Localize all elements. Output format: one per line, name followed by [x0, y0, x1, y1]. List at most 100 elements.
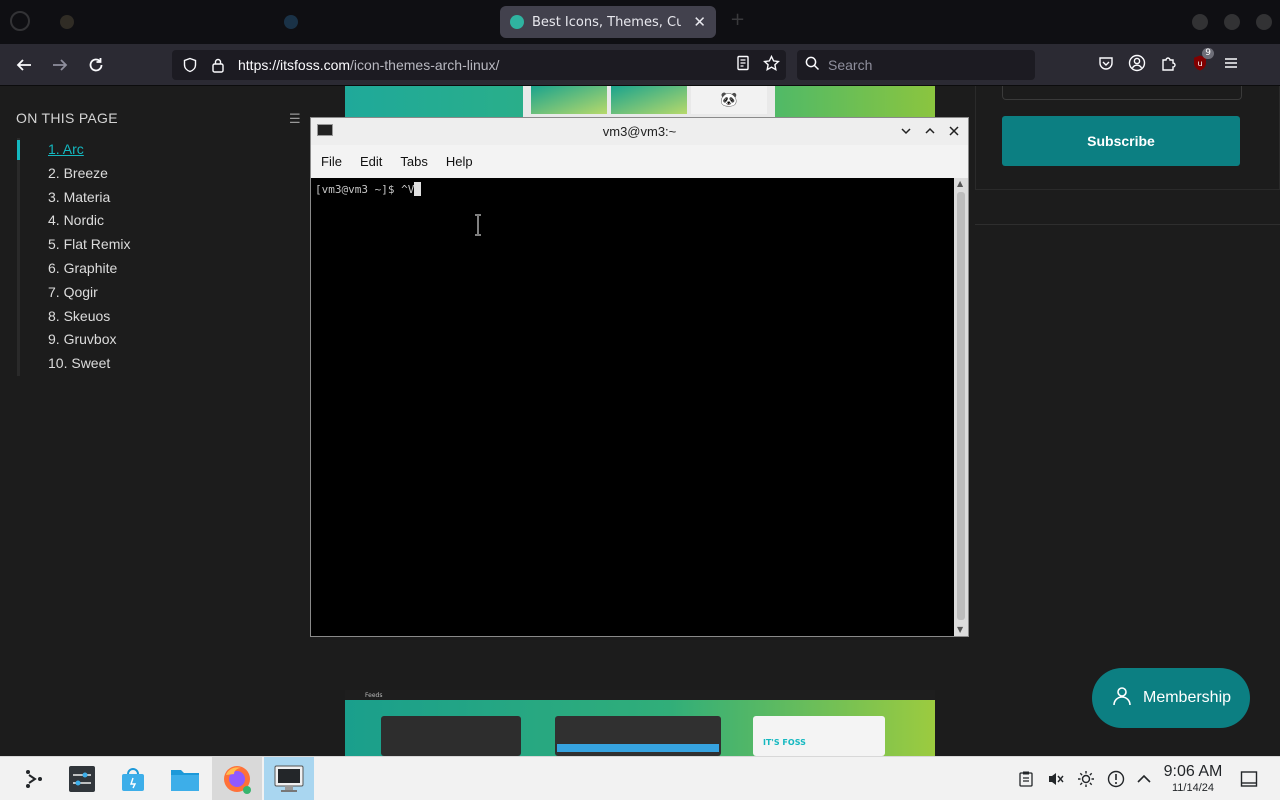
bookmark-star-icon[interactable]: [763, 54, 780, 76]
scrollbar-thumb[interactable]: [957, 192, 965, 620]
extensions-puzzle-icon[interactable]: [1160, 55, 1177, 76]
terminal-title: vm3@vm3:~: [602, 124, 677, 139]
toc-item[interactable]: 4. Nordic: [20, 209, 277, 233]
screenshot-logo: IT'S FOSS: [763, 738, 806, 747]
hamburger-menu-icon[interactable]: [1223, 55, 1239, 75]
forward-icon[interactable]: [43, 44, 77, 86]
window-maximize-icon[interactable]: [1224, 14, 1240, 30]
firefox-icon[interactable]: [212, 757, 262, 800]
tab-title: Best Icons, Themes, Curso: [532, 14, 682, 30]
newsletter-box: Subscribe: [975, 86, 1280, 190]
toc-list-icon[interactable]: ☰: [289, 112, 301, 127]
url-path: /icon-themes-arch-linux/: [350, 57, 500, 73]
ublock-origin-icon[interactable]: u 9: [1191, 48, 1214, 76]
close-icon[interactable]: [944, 121, 964, 141]
toc-item[interactable]: 5. Flat Remix: [20, 233, 277, 257]
taskbar: 9:06 AM 11/14/24: [0, 756, 1280, 800]
address-bar[interactable]: https://itsfoss.com/icon-themes-arch-lin…: [172, 50, 786, 80]
account-icon[interactable]: [1128, 54, 1146, 76]
terminal-app-icon[interactable]: [264, 757, 314, 800]
hero-preview-card: [611, 86, 687, 114]
terminal-cursor: [414, 182, 422, 196]
digital-clock[interactable]: 9:06 AM 11/14/24: [1158, 763, 1228, 795]
network-icon[interactable]: [1103, 757, 1129, 800]
pocket-icon[interactable]: [1098, 55, 1114, 75]
application-launcher-icon[interactable]: [8, 757, 58, 800]
browser-tab-strip: Best Icons, Themes, Curso ✕ +: [0, 0, 1280, 44]
discover-store-icon[interactable]: [108, 757, 158, 800]
membership-label: Membership: [1142, 689, 1232, 706]
new-tab-icon[interactable]: +: [730, 9, 745, 30]
clock-date: 11/14/24: [1171, 782, 1214, 794]
browser-tab[interactable]: [274, 6, 494, 38]
reader-view-icon[interactable]: [735, 55, 751, 76]
maximize-chevron-icon[interactable]: [920, 121, 940, 141]
terminal-menubar: File Edit Tabs Help: [311, 145, 968, 178]
url-host: https://itsfoss.com: [238, 57, 351, 73]
terminal-titlebar[interactable]: vm3@vm3:~: [311, 118, 968, 145]
browser-tab[interactable]: [50, 6, 260, 38]
minimize-chevron-icon[interactable]: [896, 121, 916, 141]
tab-favicon-icon: [60, 15, 74, 29]
tab-favicon-icon: [510, 15, 524, 29]
article-screenshot-image: Feeds IT'S FOSS: [345, 690, 935, 756]
hero-preview-card: [531, 86, 607, 114]
terminal-scrollbar[interactable]: ▲ ▼: [954, 178, 968, 636]
email-field[interactable]: [1002, 86, 1242, 100]
search-icon: [805, 56, 820, 74]
firefox-view-icon[interactable]: [10, 11, 30, 31]
svg-text:u: u: [1197, 59, 1202, 68]
screenshot-selection: [557, 744, 719, 752]
toc-item[interactable]: 10. Sweet: [20, 352, 277, 376]
extension-badge-count: 9: [1202, 48, 1214, 59]
membership-button[interactable]: Membership: [1092, 668, 1250, 728]
menu-edit[interactable]: Edit: [351, 154, 391, 169]
screenshot-panel-bar: Feeds: [345, 690, 935, 700]
clipboard-icon[interactable]: [1013, 757, 1039, 800]
toc-item[interactable]: 6. Graphite: [20, 257, 277, 281]
back-icon[interactable]: [7, 44, 41, 86]
system-settings-icon[interactable]: [57, 757, 107, 800]
table-of-contents: 1. Arc 2. Breeze 3. Materia 4. Nordic 5.…: [17, 138, 277, 376]
tray-expand-chevron-icon[interactable]: [1131, 757, 1157, 800]
panda-icon: 🐼: [691, 86, 767, 114]
screenshot-window: IT'S FOSS: [753, 716, 885, 756]
toolbar-right-icons: u 9: [1098, 44, 1239, 86]
terminal-output[interactable]: [vm3@vm3 ~]$ ^V: [311, 178, 954, 636]
brightness-icon[interactable]: [1073, 757, 1099, 800]
screenshot-caption: Feeds: [365, 691, 383, 699]
screenshot-window: [381, 716, 521, 756]
volume-muted-icon[interactable]: [1043, 757, 1069, 800]
search-bar[interactable]: Search: [797, 50, 1035, 80]
toc-item[interactable]: 2. Breeze: [20, 162, 277, 186]
subscribe-button[interactable]: Subscribe: [1002, 116, 1240, 166]
browser-tab-active[interactable]: Best Icons, Themes, Curso ✕: [500, 6, 716, 38]
hero-preview-cards: 🐼: [523, 86, 775, 118]
toc-item[interactable]: 7. Qogir: [20, 281, 277, 305]
user-icon: [1111, 685, 1133, 712]
toc-title: ON THIS PAGE: [16, 110, 118, 126]
tab-close-icon[interactable]: ✕: [693, 13, 706, 31]
scroll-up-icon[interactable]: ▲: [957, 180, 965, 188]
terminal-window[interactable]: vm3@vm3:~ File Edit Tabs Help [vm3@vm3 ~…: [310, 117, 969, 637]
lock-icon[interactable]: [208, 55, 228, 75]
reload-icon[interactable]: [79, 44, 113, 86]
text-cursor-ibeam-icon: [475, 214, 481, 236]
tracking-protection-shield-icon[interactable]: [180, 55, 200, 75]
scroll-down-icon[interactable]: ▼: [957, 626, 965, 634]
window-minimize-icon[interactable]: [1192, 14, 1208, 30]
menu-tabs[interactable]: Tabs: [391, 154, 436, 169]
toc-item[interactable]: 3. Materia: [20, 186, 277, 210]
file-manager-folder-icon[interactable]: [160, 757, 210, 800]
sidebar-divider: [975, 224, 1280, 225]
toc-item[interactable]: 8. Skeuos: [20, 305, 277, 329]
toc-item[interactable]: 9. Gruvbox: [20, 328, 277, 352]
window-close-icon[interactable]: [1256, 14, 1272, 30]
navigation-toolbar: https://itsfoss.com/icon-themes-arch-lin…: [0, 44, 1280, 86]
toc-item[interactable]: 1. Arc: [17, 138, 277, 162]
show-desktop-icon[interactable]: [1236, 757, 1262, 800]
menu-help[interactable]: Help: [437, 154, 482, 169]
url-text: https://itsfoss.com/icon-themes-arch-lin…: [238, 57, 499, 73]
clock-time: 9:06 AM: [1163, 763, 1223, 780]
menu-file[interactable]: File: [312, 154, 351, 169]
